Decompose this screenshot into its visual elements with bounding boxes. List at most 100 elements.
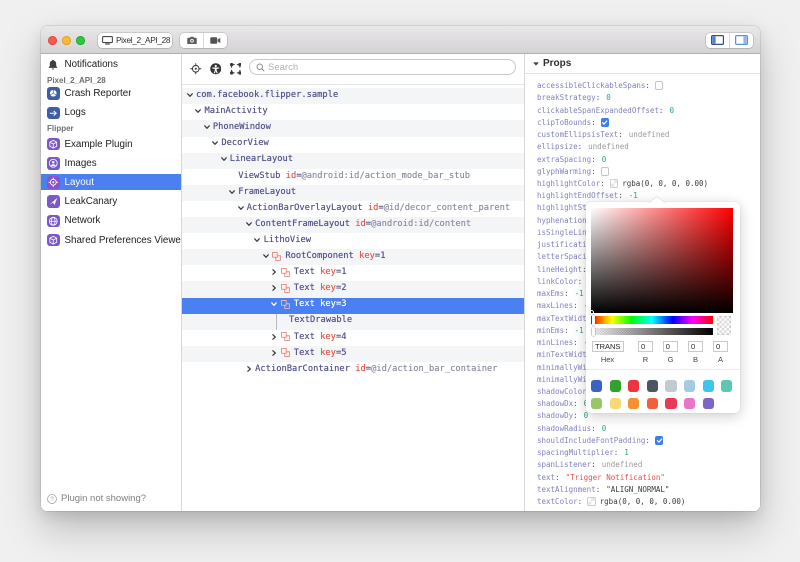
prop-value[interactable]: 1: [624, 448, 629, 457]
checkbox-checked[interactable]: [654, 436, 664, 445]
device-selector[interactable]: Pixel_2_API_28: [98, 32, 172, 48]
alpha-slider[interactable]: [591, 326, 713, 337]
chevron-down-icon[interactable]: [220, 153, 228, 169]
preset-color-swatch[interactable]: [591, 380, 603, 392]
preset-color-swatch[interactable]: [683, 397, 696, 410]
a-input[interactable]: 0: [713, 341, 728, 352]
checkbox-checked[interactable]: [600, 118, 610, 127]
preset-color-swatch[interactable]: [702, 380, 714, 392]
tree-row-textdrawable[interactable]: TextDrawable: [182, 313, 524, 330]
prop-value[interactable]: rgba(0, 0, 0, 0.00): [600, 497, 686, 506]
tree-row-com.facebook.flipper.sample[interactable]: com.facebook.flipper.sample: [182, 88, 524, 105]
preset-color-swatch[interactable]: [646, 380, 659, 392]
prop-value[interactable]: 0: [602, 424, 607, 433]
zoom-button[interactable]: [76, 36, 85, 45]
chevron-down-icon[interactable]: [194, 104, 202, 120]
tree-row-framelayout[interactable]: FrameLayout: [182, 184, 524, 201]
sidebar-item-shared-preferences-viewer[interactable]: Shared Preferences Viewer: [41, 232, 181, 248]
b-input[interactable]: 0: [688, 341, 703, 352]
tree-row-lithoview[interactable]: LithoView: [182, 233, 524, 249]
plugin-not-showing-link[interactable]: ? Plugin not showing?: [47, 493, 146, 504]
checkbox-unchecked[interactable]: [600, 167, 610, 176]
chevron-down-icon[interactable]: [237, 201, 245, 217]
tree-row-text[interactable]: Text key = 4: [182, 330, 524, 346]
close-button[interactable]: [48, 36, 57, 45]
g-input[interactable]: 0: [662, 341, 678, 352]
tree-row-mainactivity[interactable]: MainActivity: [182, 104, 524, 120]
sidebar-item-layout[interactable]: Layout: [41, 174, 181, 191]
minimize-button[interactable]: [62, 36, 71, 45]
sidebar-item-crash-reporter[interactable]: Crash Reporter: [41, 86, 181, 102]
alpha-thumb[interactable]: [591, 326, 595, 337]
sidebar-item-notifications[interactable]: Notifications: [41, 57, 181, 73]
tree-row-actionbaroverlaylayout[interactable]: ActionBarOverlayLayout id = @id/decor_cont…: [182, 201, 524, 217]
chevron-right-icon[interactable]: [270, 346, 278, 362]
color-swatch[interactable]: [609, 179, 619, 188]
prop-value[interactable]: 0: [602, 155, 607, 164]
chevron-down-icon[interactable]: [270, 298, 278, 314]
props-header[interactable]: Props: [525, 54, 760, 74]
color-swatch[interactable]: [587, 497, 596, 506]
sidebar-item-example-plugin[interactable]: Example Plugin: [41, 136, 181, 152]
prop-value[interactable]: rgba(0, 0, 0, 0.00): [622, 179, 708, 188]
hue-slider[interactable]: [591, 315, 713, 325]
tree-row-text[interactable]: Text key = 3: [182, 297, 524, 314]
chevron-right-icon[interactable]: [270, 281, 278, 297]
tree-row-text[interactable]: Text key = 1: [182, 265, 524, 281]
preset-color-swatch[interactable]: [721, 380, 733, 392]
prop-value[interactable]: "ALIGN_NORMAL": [606, 485, 669, 494]
tree-row-rootcomponent[interactable]: RootComponent key = 1: [182, 249, 524, 266]
preset-color-swatch[interactable]: [609, 380, 621, 392]
sidebar-item-leakcanary[interactable]: LeakCanary: [41, 194, 181, 210]
tree-row-contentframelayout[interactable]: ContentFrameLayout id = @android:id/conten…: [182, 217, 524, 234]
prop-value[interactable]: undefined: [602, 460, 643, 469]
tree-row-actionbarcontainer[interactable]: ActionBarContainer id = @id/action_bar_con…: [182, 362, 524, 378]
screen-record-button[interactable]: [204, 33, 227, 48]
chevron-down-icon[interactable]: [253, 233, 261, 249]
prop-value[interactable]: undefined: [588, 142, 629, 151]
preset-color-swatch[interactable]: [609, 397, 621, 410]
chevron-down-icon[interactable]: [211, 137, 219, 153]
prop-value[interactable]: "Trigger Notification": [566, 473, 665, 482]
preset-color-swatch[interactable]: [683, 380, 696, 392]
chevron-right-icon[interactable]: [245, 362, 253, 378]
tree-row-viewstub[interactable]: ViewStub id = @android:id/action_mode_bar_…: [182, 169, 524, 185]
toggle-right-panel-button[interactable]: [730, 33, 753, 48]
sidebar-item-network[interactable]: Network: [41, 213, 181, 229]
chevron-down-icon[interactable]: [186, 88, 194, 104]
chevron-down-icon[interactable]: [245, 217, 253, 233]
sidebar-item-images[interactable]: Images: [41, 155, 181, 171]
r-input[interactable]: 0: [638, 341, 653, 352]
preset-color-swatch[interactable]: [591, 397, 603, 410]
tree-row-phonewindow[interactable]: PhoneWindow: [182, 120, 524, 137]
prop-value[interactable]: undefined: [629, 130, 670, 139]
chevron-right-icon[interactable]: [270, 330, 278, 346]
preset-color-swatch[interactable]: [665, 380, 677, 392]
preset-color-swatch[interactable]: [665, 397, 677, 410]
target-mode-button[interactable]: [190, 63, 202, 75]
preset-color-swatch[interactable]: [628, 380, 640, 392]
chevron-down-icon[interactable]: [203, 120, 211, 136]
preset-color-swatch[interactable]: [628, 397, 640, 410]
tree-row-linearlayout[interactable]: LinearLayout: [182, 152, 524, 169]
checkbox-unchecked[interactable]: [654, 81, 664, 90]
chevron-right-icon[interactable]: [270, 265, 278, 281]
search-input[interactable]: Search: [249, 59, 516, 75]
saturation-area[interactable]: [588, 207, 734, 315]
prop-value[interactable]: 0: [584, 411, 589, 420]
preset-color-swatch[interactable]: [702, 397, 714, 410]
toggle-left-panel-button[interactable]: [706, 33, 729, 48]
tree-row-decorview[interactable]: DecorView: [182, 137, 524, 153]
prop-value[interactable]: 0: [669, 106, 674, 115]
screenshot-button[interactable]: [180, 33, 203, 48]
prop-value[interactable]: -1: [575, 326, 584, 335]
tree-row-text[interactable]: Text key = 2: [182, 281, 524, 298]
hue-thumb[interactable]: [591, 315, 595, 325]
tree-row-text[interactable]: Text key = 5: [182, 345, 524, 362]
prop-value[interactable]: -1: [629, 191, 638, 200]
saturation-marker[interactable]: [588, 310, 594, 315]
chevron-down-icon[interactable]: [228, 185, 236, 201]
chevron-down-icon[interactable]: [262, 249, 270, 265]
accessibility-mode-button[interactable]: [209, 63, 222, 75]
sidebar-item-logs[interactable]: Logs: [41, 105, 181, 121]
